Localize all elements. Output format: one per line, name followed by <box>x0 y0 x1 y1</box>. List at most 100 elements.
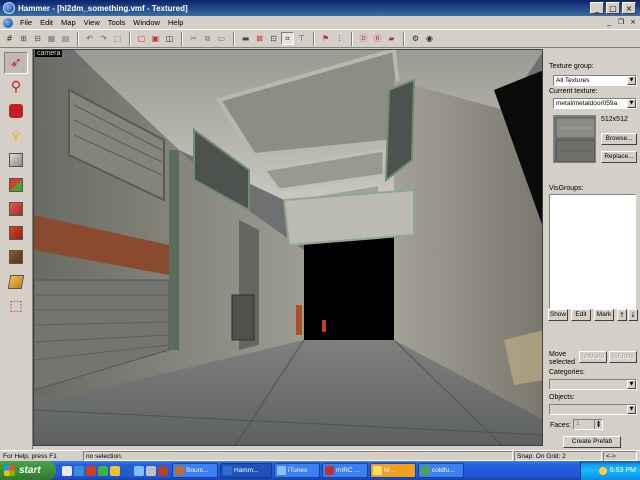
texture-lock-toggle-icon[interactable]: ⌗ <box>281 32 294 45</box>
hide-icon[interactable]: ◫ <box>163 32 176 45</box>
create-prefab-button[interactable]: Create Prefab <box>563 436 621 448</box>
faces-spinner[interactable]: 1 ▲ ▼ <box>573 419 603 430</box>
current-texture-dropdown[interactable]: metal/metaldoor059a ▼ <box>553 98 637 109</box>
clock[interactable]: 6:53 PM <box>610 467 636 474</box>
apply-decal-tool-button[interactable] <box>4 198 28 220</box>
cut-icon[interactable]: ✂ <box>187 32 200 45</box>
menu-map[interactable]: Map <box>57 18 80 27</box>
move-down-button[interactable]: ↓ <box>628 309 638 321</box>
ungroup-icon[interactable]: ▣ <box>149 32 162 45</box>
hammer-app-icon[interactable] <box>3 2 15 14</box>
visgroups-list[interactable] <box>549 194 636 309</box>
ie-icon[interactable] <box>74 465 84 476</box>
menu-file[interactable]: File <box>16 18 36 27</box>
chevron-down-icon[interactable]: ▼ <box>627 405 636 414</box>
grid-smaller-icon[interactable]: ⊞ <box>17 32 30 45</box>
task-button-mirc[interactable]: mIRC ... <box>322 463 368 478</box>
itunes-icon[interactable] <box>134 465 144 476</box>
start-button[interactable]: start <box>0 461 56 480</box>
task-button-hammer[interactable]: Hamm... <box>220 463 272 478</box>
categories-dropdown[interactable]: ▼ <box>549 379 637 390</box>
texture-lock-icon[interactable]: ▦ <box>45 32 58 45</box>
carve-icon[interactable]: ▬ <box>239 32 252 45</box>
to-world-button[interactable]: toWorld <box>579 351 607 363</box>
objects-dropdown[interactable]: ▼ <box>549 404 637 415</box>
to-entity-button[interactable]: toEntity <box>609 351 637 363</box>
menu-view[interactable]: View <box>80 18 104 27</box>
show-selected-icon[interactable]: ▰ <box>385 32 398 45</box>
vertex-tool-button[interactable] <box>4 271 28 293</box>
camera-icon[interactable]: ◉ <box>423 32 436 45</box>
magnify-tool-button[interactable]: ⚲ <box>4 76 28 98</box>
vertex-icon[interactable]: ⊡ <box>267 32 280 45</box>
overlay-tool-button[interactable] <box>4 222 28 244</box>
mdi-minimize-button[interactable]: _ <box>604 18 614 27</box>
grid-larger-icon[interactable]: ⊟ <box>31 32 44 45</box>
minimize-button[interactable]: _ <box>590 2 604 14</box>
selection-tool-button[interactable]: ➶ <box>4 52 28 74</box>
close-button[interactable]: × <box>622 2 636 14</box>
maximize-button[interactable]: □ <box>606 2 620 14</box>
undo-icon[interactable]: ↶ <box>83 32 96 45</box>
camera-viewport[interactable]: camera <box>33 49 543 446</box>
group-icon[interactable]: ▢ <box>135 32 148 45</box>
messenger-icon[interactable] <box>98 465 108 476</box>
clip-icon[interactable]: ⊠ <box>253 32 266 45</box>
help-status: For Help, press F1 <box>3 453 57 460</box>
chevron-down-icon[interactable]: ▼ <box>627 380 636 389</box>
entity-icon: ⚴ <box>10 128 22 144</box>
selection-icon[interactable]: ⬚ <box>111 32 124 45</box>
path-tool-button[interactable]: ⬚ <box>4 295 28 317</box>
folder-icon[interactable] <box>110 465 120 476</box>
replace-button[interactable]: Replace... <box>601 151 637 163</box>
snap-icon[interactable]: ▤ <box>59 32 72 45</box>
menu-window[interactable]: Window <box>129 18 164 27</box>
task-label: iTunes <box>288 467 308 474</box>
camera-tool-button[interactable] <box>4 100 28 122</box>
mdi-restore-button[interactable]: ❐ <box>616 18 626 27</box>
copy-icon[interactable]: ⧉ <box>201 32 214 45</box>
tray-network-icon[interactable] <box>598 466 607 475</box>
map-properties-icon[interactable]: Ⓡ <box>371 32 384 45</box>
chevron-down-icon[interactable]: ▼ <box>627 99 636 108</box>
browse-button[interactable]: Browse... <box>601 133 637 145</box>
document-icon[interactable] <box>3 17 13 28</box>
current-texture-label: Current texture: <box>549 88 598 95</box>
main-toolbar: # ⊞ ⊟ ▦ ▤ ↶ ↷ ⬚ ▢ ▣ ◫ ✂ ⧉ ▭ ▬ ⊠ ⊡ ⌗ ⊤ ⚑ … <box>0 29 640 48</box>
scale-lock-icon[interactable]: ⊤ <box>295 32 308 45</box>
mark-button[interactable]: Mark <box>594 309 614 321</box>
desktop-icon[interactable] <box>122 465 132 476</box>
firefox-icon[interactable] <box>62 465 72 476</box>
run-map-icon[interactable]: ⚑ <box>319 32 332 45</box>
entity-tool-button[interactable]: ⚴ <box>4 125 28 147</box>
compile-icon[interactable]: ⚙ <box>409 32 422 45</box>
spinner-arrows-icon[interactable]: ▲ ▼ <box>594 420 602 429</box>
task-button-m[interactable]: M... <box>370 463 416 478</box>
menu-tools[interactable]: Tools <box>104 18 130 27</box>
check-map-icon[interactable]: Ⓓ <box>357 32 370 45</box>
steam-icon[interactable] <box>146 465 156 476</box>
move-up-button[interactable]: ↑ <box>617 309 627 321</box>
mdi-close-button[interactable]: × <box>628 18 638 27</box>
texture-tool-button[interactable] <box>4 174 28 196</box>
redo-icon[interactable]: ↷ <box>97 32 110 45</box>
menu-edit[interactable]: Edit <box>36 18 57 27</box>
task-button-source[interactable]: Sourc... <box>172 463 218 478</box>
windows-logo-icon <box>4 465 15 476</box>
chevron-down-icon[interactable]: ▼ <box>627 76 636 85</box>
edit-button[interactable]: Edit <box>571 309 591 321</box>
block-tool-button[interactable] <box>4 149 28 171</box>
entity-report-icon[interactable]: ⵗ <box>333 32 346 45</box>
task-button-itunes[interactable]: iTunes <box>274 463 320 478</box>
clip-tool-button[interactable] <box>4 246 28 268</box>
menu-help[interactable]: Help <box>164 18 187 27</box>
media-icon[interactable] <box>86 465 96 476</box>
show-button[interactable]: Show <box>548 309 568 321</box>
texture-group-dropdown[interactable]: All Textures ▼ <box>553 75 637 86</box>
winamp-icon[interactable] <box>158 465 168 476</box>
paste-icon[interactable]: ▭ <box>215 32 228 45</box>
texture-preview[interactable] <box>553 115 596 163</box>
grid-icon[interactable]: # <box>3 32 16 45</box>
task-button-coldfusion[interactable]: coldfu... <box>418 463 464 478</box>
categories-label: Categories: <box>549 369 585 376</box>
